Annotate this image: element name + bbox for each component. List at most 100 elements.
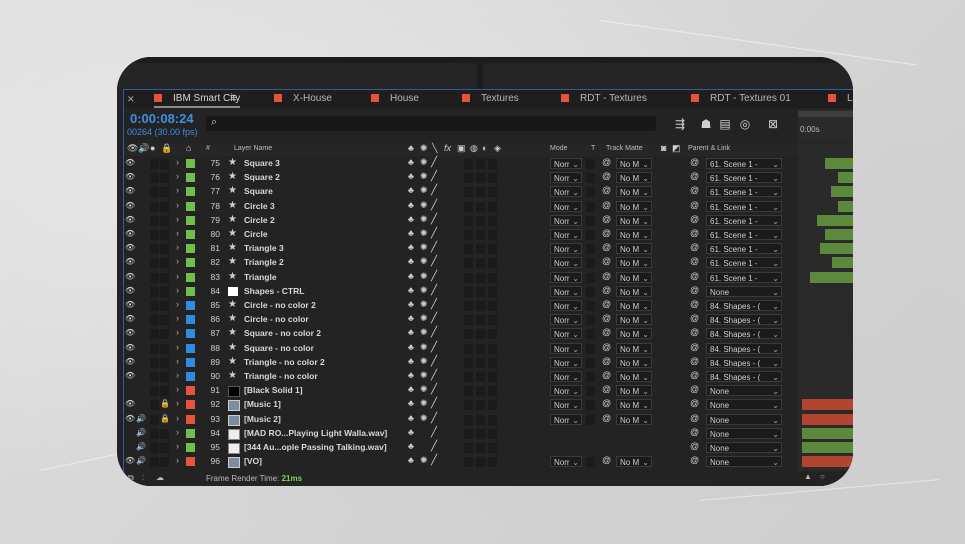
tab-x-house[interactable]: X-House xyxy=(274,90,332,108)
switch-box[interactable] xyxy=(488,286,497,297)
track-matte-pickwhip-icon[interactable]: @ xyxy=(602,455,611,465)
switch-box[interactable] xyxy=(488,357,497,368)
layer-row[interactable]: 👁 › 79 ★ Circle 2 ♣ ✺ ╱ Norr ⌄ @ No M ⌄ @61. Scene 1 … xyxy=(124,214,798,228)
layer-name[interactable]: Shapes - CTRL xyxy=(244,286,304,296)
eye-icon[interactable]: 👁 xyxy=(125,243,135,253)
parent-pickwhip-icon[interactable]: @ xyxy=(690,313,699,323)
mode-dropdown[interactable]: Norr ⌄ xyxy=(550,413,582,425)
layer-name[interactable]: Triangle xyxy=(244,272,277,282)
switch-box[interactable] xyxy=(488,372,497,382)
quality-switch-icon[interactable]: ╱ xyxy=(431,356,437,367)
shy-switch-icon[interactable]: ♣ xyxy=(408,242,414,252)
lock-box[interactable] xyxy=(160,329,169,340)
track-matte-dropdown[interactable]: No M ⌄ xyxy=(616,328,652,340)
track-matte-pickwhip-icon[interactable]: @ xyxy=(602,413,611,423)
label-color[interactable] xyxy=(186,315,195,325)
search-input[interactable]: ⌕ xyxy=(206,116,656,131)
mode-dropdown[interactable]: Norr ⌄ xyxy=(550,172,582,184)
layer-name[interactable]: Triangle - no color 2 xyxy=(244,357,325,367)
track-matte-pickwhip-icon[interactable]: @ xyxy=(602,185,611,195)
parent-dropdown[interactable]: 84. Shapes - (⌄ xyxy=(706,314,782,326)
chevron-right-icon[interactable]: › xyxy=(176,427,179,437)
layer-name[interactable]: [Music 1] xyxy=(244,399,281,409)
collapse-switch-icon[interactable]: ✺ xyxy=(420,299,428,310)
track-matte-pickwhip-icon[interactable]: @ xyxy=(602,171,611,181)
switch-box[interactable] xyxy=(476,173,485,184)
parent-dropdown[interactable]: 84. Shapes - (⌄ xyxy=(706,300,782,311)
switch-box[interactable] xyxy=(488,428,497,439)
track-matte-dropdown[interactable]: No M ⌄ xyxy=(616,371,652,382)
quality-switch-icon[interactable]: ╱ xyxy=(431,441,437,452)
motion-blur-icon[interactable]: ◎ xyxy=(738,117,752,131)
solo-box[interactable] xyxy=(150,258,159,269)
quality-switch-icon[interactable]: ╱ xyxy=(431,228,437,239)
lock-box[interactable] xyxy=(160,372,169,382)
quality-switch-icon[interactable]: ╱ xyxy=(431,342,437,353)
collapse-switch-icon[interactable]: ✺ xyxy=(420,271,428,282)
parent-pickwhip-icon[interactable]: @ xyxy=(690,271,699,281)
track-matte-dropdown[interactable]: No M ⌄ xyxy=(616,243,652,255)
layer-row[interactable]: 👁 › 85 ★ Circle - no color 2 ♣ ✺ ╱ Norr ⌄ @ No M ⌄ @8… xyxy=(124,299,798,313)
label-color[interactable] xyxy=(186,343,195,353)
switch-box[interactable] xyxy=(464,301,473,311)
switch-box[interactable] xyxy=(476,301,485,311)
mode-dropdown[interactable]: Norr ⌄ xyxy=(550,243,582,255)
track-matte-dropdown[interactable]: No M ⌄ xyxy=(616,314,652,326)
parent-dropdown[interactable]: 84. Shapes - (⌄ xyxy=(706,342,782,354)
preserve-transparency-box[interactable] xyxy=(586,386,595,397)
shy-switch-icon[interactable]: ♣ xyxy=(408,441,414,451)
eye-icon[interactable]: 👁 xyxy=(125,328,135,338)
label-color[interactable] xyxy=(186,372,195,381)
layer-row[interactable]: 👁 › 87 ★ Square - no color 2 ♣ ✺ ╱ Norr ⌄ @ No M ⌄ @8… xyxy=(124,327,798,341)
tag-icon[interactable]: ⌂ xyxy=(186,143,191,153)
lock-box[interactable] xyxy=(160,457,169,468)
switch-box[interactable] xyxy=(488,230,497,240)
lock-box[interactable] xyxy=(160,159,169,169)
solo-box[interactable] xyxy=(150,187,159,198)
chevron-right-icon[interactable]: › xyxy=(176,342,179,352)
layer-duration-bar[interactable] xyxy=(838,200,853,212)
solo-box[interactable] xyxy=(150,244,159,255)
eye-icon[interactable]: 👁 xyxy=(125,257,135,267)
chevron-right-icon[interactable]: › xyxy=(176,200,179,210)
lock-icon[interactable]: 🔒 xyxy=(160,399,170,408)
preserve-transparency-box[interactable] xyxy=(586,315,595,326)
layer-name[interactable]: Triangle - no color xyxy=(244,371,318,381)
collapse-switch-icon[interactable]: ✺ xyxy=(420,285,428,296)
parent-pickwhip-icon[interactable]: @ xyxy=(690,327,699,337)
layer-row[interactable]: 👁 › 82 ★ Triangle 2 ♣ ✺ ╱ Norr ⌄ @ No M ⌄ @61. Scene … xyxy=(124,256,798,270)
layer-name[interactable]: Square 2 xyxy=(244,172,280,182)
eye-icon[interactable]: 👁 xyxy=(125,215,135,225)
switch-box[interactable] xyxy=(476,286,485,297)
switch-box[interactable] xyxy=(464,215,473,226)
chevron-right-icon[interactable]: › xyxy=(176,271,179,281)
switch-box[interactable] xyxy=(464,357,473,368)
track-matte-pickwhip-icon[interactable]: @ xyxy=(602,299,611,309)
parent-dropdown[interactable]: 84. Shapes - (⌄ xyxy=(706,356,782,368)
parent-dropdown[interactable]: None ⌄ xyxy=(706,456,782,468)
layer-name[interactable]: [Black Solid 1] xyxy=(244,385,303,395)
track-matte-dropdown[interactable]: No M ⌄ xyxy=(616,285,652,297)
chevron-right-icon[interactable]: › xyxy=(176,242,179,252)
switch-box[interactable] xyxy=(464,159,473,169)
track-matte-pickwhip-icon[interactable]: @ xyxy=(602,214,611,224)
current-time[interactable]: 0:00:08:24 xyxy=(130,111,194,126)
quality-switch-icon[interactable]: ╱ xyxy=(431,299,437,310)
preserve-transparency-box[interactable] xyxy=(586,372,595,382)
lock-icon[interactable]: 🔒 xyxy=(161,143,172,154)
lock-box[interactable] xyxy=(160,201,169,212)
switch-box[interactable] xyxy=(476,357,485,368)
zoom-out-icon[interactable]: ▲ xyxy=(804,472,812,481)
solo-box[interactable] xyxy=(150,272,159,283)
preserve-transparency-box[interactable] xyxy=(586,343,595,354)
label-color[interactable] xyxy=(186,201,195,211)
solo-box[interactable] xyxy=(150,159,159,169)
track-matte-pickwhip-icon[interactable]: @ xyxy=(602,271,611,281)
mode-dropdown[interactable]: Norr ⌄ xyxy=(550,285,582,297)
mode-dropdown[interactable]: Norr ⌄ xyxy=(550,342,582,354)
solo-icon[interactable]: ● xyxy=(150,143,155,153)
audio-icon[interactable]: 🔊 xyxy=(138,143,149,154)
chevron-right-icon[interactable]: › xyxy=(176,313,179,323)
switch-box[interactable] xyxy=(488,400,497,411)
parent-pickwhip-icon[interactable]: @ xyxy=(690,455,699,465)
